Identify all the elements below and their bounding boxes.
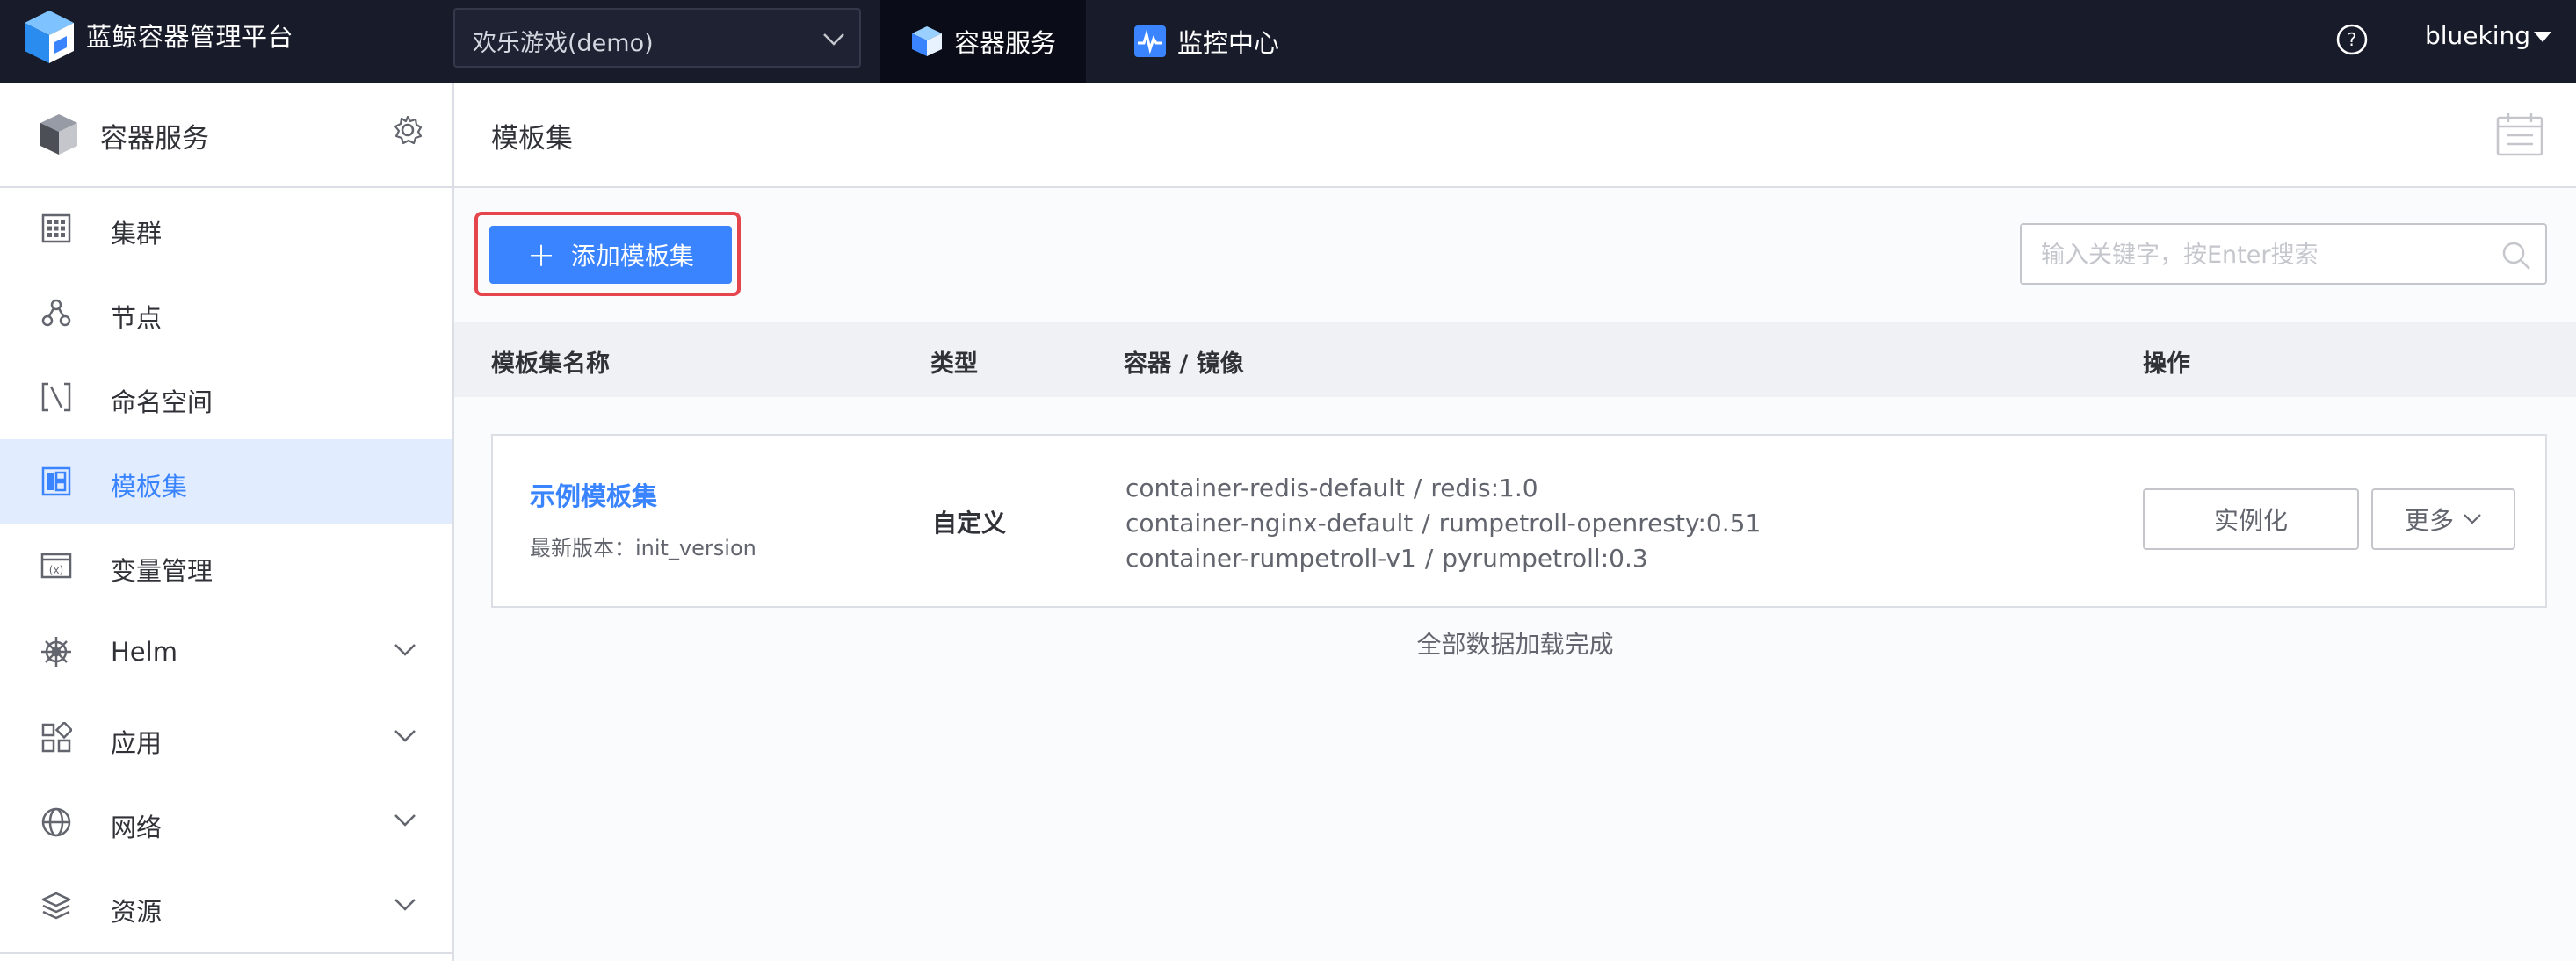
svg-text:(x): (x)	[49, 564, 63, 576]
template-set-version: 最新版本：init_version	[530, 536, 756, 560]
more-label: 更多	[2404, 506, 2454, 535]
network-globe-icon	[41, 807, 71, 837]
search-input[interactable]	[2039, 235, 2482, 274]
bluekings-logo-icon[interactable]	[23, 9, 76, 65]
monitor-pulse-icon	[1133, 25, 1167, 58]
chevron-down-icon	[394, 644, 416, 656]
sidebar-item-namespace[interactable]: 命名空间	[0, 355, 452, 439]
tab-monitor-center-label: 监控中心	[1177, 28, 1280, 58]
load-complete-text: 全部数据加载完成	[1416, 630, 1614, 659]
sidebar-item-label: 命名空间	[111, 387, 213, 417]
search-icon[interactable]	[2501, 241, 2531, 271]
chevron-down-icon	[394, 730, 416, 742]
container-name: container-redis-default	[1125, 473, 1405, 502]
plus-icon: +	[527, 235, 555, 274]
container-name: container-rumpetroll-v1	[1125, 544, 1416, 573]
tab-container-service[interactable]: 容器服务	[880, 0, 1086, 83]
template-icon	[41, 466, 71, 496]
image-name: pyrumpetroll:0.3	[1442, 544, 1648, 573]
more-dropdown-button[interactable]: 更多	[2371, 488, 2515, 550]
chevron-down-icon	[394, 814, 416, 827]
main-content: 模板集 + 添加模板集 模板集名称 类型 容器 / 镜像 操作 示例模板集 最新…	[454, 83, 2576, 961]
sidebar-item-resource[interactable]: 资源	[0, 864, 452, 949]
tab-monitor-center[interactable]: 监控中心	[1133, 0, 1327, 83]
container-image-item: container-nginx-default / rumpetroll-openr…	[1125, 509, 1762, 538]
table-row: 示例模板集 最新版本：init_version 自定义 container-re…	[491, 434, 2547, 608]
user-menu[interactable]: blueking	[2425, 21, 2552, 50]
caret-down-icon	[2534, 31, 2552, 42]
sidebar: 容器服务 集群 节点 命名空间 模板集 (x) 变量管理 Helm 应用 网络 …	[0, 83, 454, 961]
resource-layers-icon	[41, 892, 71, 920]
sidebar-item-cluster[interactable]: 集群	[0, 186, 452, 271]
sidebar-item-label: Helm	[111, 637, 177, 667]
sidebar-divider	[0, 952, 452, 954]
app-blocks-icon	[41, 722, 72, 753]
container-name: container-nginx-default	[1125, 509, 1414, 538]
sidebar-item-node[interactable]: 节点	[0, 271, 452, 355]
page-title: 模板集	[491, 123, 573, 155]
template-set-type: 自定义	[932, 509, 1007, 538]
username: blueking	[2425, 21, 2531, 50]
sidebar-header: 容器服务	[0, 83, 452, 188]
chevron-down-icon	[394, 899, 416, 911]
column-header-name: 模板集名称	[491, 350, 610, 378]
node-icon	[41, 299, 71, 327]
container-image-list: container-redis-default / redis:1.0 contai…	[1125, 471, 1761, 576]
project-selector-value: 欢乐游戏(demo)	[473, 30, 654, 57]
page-header: 模板集	[454, 83, 2576, 188]
cluster-grid-icon	[41, 213, 71, 243]
sidebar-item-label: 变量管理	[111, 556, 213, 586]
column-header-type: 类型	[930, 350, 978, 378]
add-template-set-label: 添加模板集	[570, 242, 694, 271]
chevron-down-icon	[2464, 514, 2481, 524]
svg-text:?: ?	[2348, 29, 2357, 50]
chevron-down-icon	[823, 33, 844, 46]
variable-icon: (x)	[40, 553, 72, 579]
sidebar-item-helm[interactable]: Helm	[0, 610, 452, 694]
project-selector[interactable]: 欢乐游戏(demo)	[453, 8, 861, 68]
image-name: rumpetroll-openresty:0.51	[1438, 509, 1762, 538]
sidebar-title: 容器服务	[100, 123, 209, 155]
instantiate-label: 实例化	[2213, 506, 2288, 535]
column-header-actions: 操作	[2143, 350, 2190, 378]
sidebar-item-label: 网络	[111, 813, 163, 842]
sidebar-item-application[interactable]: 应用	[0, 696, 452, 780]
sidebar-item-label: 模板集	[111, 472, 188, 502]
cube-icon	[910, 25, 944, 58]
sidebar-item-label: 资源	[111, 897, 163, 927]
instantiate-button[interactable]: 实例化	[2143, 488, 2359, 550]
tab-container-service-label: 容器服务	[953, 28, 1056, 58]
container-image-item: container-redis-default / redis:1.0	[1125, 473, 1538, 502]
help-icon[interactable]: ?	[2335, 23, 2369, 56]
calendar-icon[interactable]	[2496, 112, 2543, 156]
sidebar-item-network[interactable]: 网络	[0, 780, 452, 864]
sidebar-item-label: 节点	[111, 303, 163, 333]
cube-icon	[40, 114, 77, 155]
add-template-set-button[interactable]: + 添加模板集	[489, 226, 732, 284]
helm-wheel-icon	[41, 637, 71, 667]
container-image-item: container-rumpetroll-v1/pyrumpetroll:0.3	[1125, 544, 1648, 573]
app-title[interactable]: 蓝鲸容器管理平台	[86, 21, 293, 53]
sidebar-item-label: 集群	[111, 219, 163, 249]
namespace-bracket-icon	[41, 382, 71, 412]
sidebar-item-template-set[interactable]: 模板集	[0, 439, 452, 524]
gear-icon[interactable]	[392, 114, 423, 146]
column-header-containers: 容器 / 镜像	[1124, 350, 1244, 378]
sidebar-item-label: 应用	[111, 728, 163, 758]
search-box[interactable]	[2020, 223, 2547, 285]
image-name: redis:1.0	[1430, 473, 1538, 502]
sidebar-item-variables[interactable]: (x) 变量管理	[0, 524, 452, 608]
template-set-name-link[interactable]: 示例模板集	[530, 476, 657, 513]
top-navbar: 蓝鲸容器管理平台 欢乐游戏(demo) 容器服务 监控中心 ? blueking	[0, 0, 2576, 83]
table-header: 模板集名称 类型 容器 / 镜像 操作	[454, 322, 2576, 397]
